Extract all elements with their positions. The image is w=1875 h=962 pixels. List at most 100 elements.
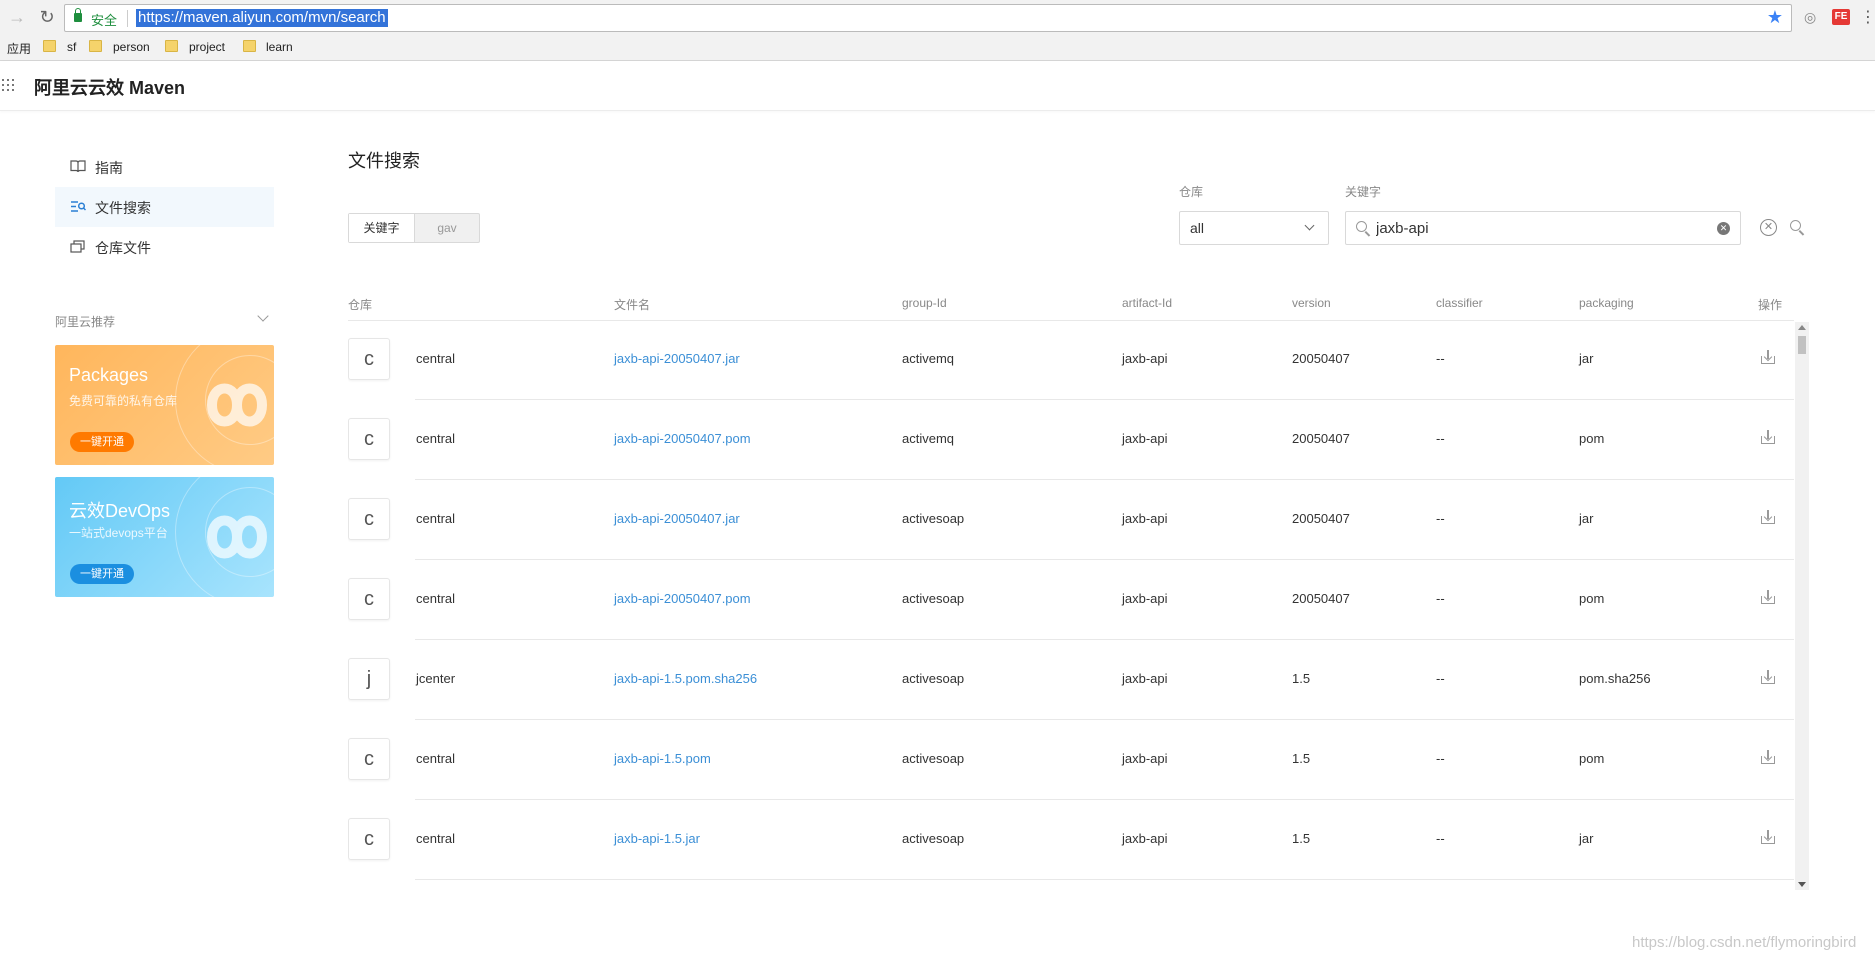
column-header-classifier: classifier [1436,296,1483,310]
file-link[interactable]: jaxb-api-1.5.pom [614,751,711,766]
app-header: 阿里云云效 Maven [0,61,1875,111]
keyword-input[interactable] [1376,218,1706,238]
sidebar-item-guide[interactable]: 指南 [55,147,274,187]
scroll-up-arrow-icon[interactable] [1798,325,1806,330]
packaging-cell: pom.sha256 [1579,671,1651,686]
file-link[interactable]: jaxb-api-20050407.jar [614,351,740,366]
address-bar[interactable]: 安全 https://maven.aliyun.com/mvn/search ★ [64,4,1792,32]
version-cell: 20050407 [1292,431,1350,446]
tab-gav[interactable]: gav [415,214,479,242]
scroll-thumb[interactable] [1798,336,1806,354]
promo-devops[interactable]: 云效DevOps 一站式devops平台 一键开通 [55,477,274,597]
tab-keyword[interactable]: 关键字 [349,214,415,242]
folder-icon [165,40,178,52]
infinity-logo-icon [206,383,268,427]
table-row: c central jaxb-api-20050407.jar activeso… [348,480,1794,560]
promo-subtitle: 一站式devops平台 [69,526,168,540]
extension-icon[interactable]: ◎ [1804,9,1816,26]
download-icon[interactable] [1761,590,1775,604]
file-link[interactable]: jaxb-api-20050407.jar [614,511,740,526]
clear-input-icon[interactable]: ✕ [1717,222,1730,235]
url-text[interactable]: https://maven.aliyun.com/mvn/search [136,9,388,27]
bookmark-learn[interactable]: learn [266,40,293,54]
artifact-cell: jaxb-api [1122,431,1168,446]
classifier-cell: -- [1436,751,1445,766]
repo-cell: central [416,751,456,766]
lock-icon [74,8,82,22]
page-title: 文件搜索 [348,151,420,171]
artifact-cell: jaxb-api [1122,671,1168,686]
version-cell: 1.5 [1292,751,1311,766]
bookmark-sf[interactable]: sf [67,40,76,54]
repo-select[interactable]: all [1179,211,1329,245]
download-icon[interactable] [1761,430,1775,444]
bookmark-person[interactable]: person [113,40,150,54]
copy-icon [70,240,85,253]
browser-menu-icon[interactable]: ⋮ [1860,7,1875,27]
browser-toolbar: → ↻ 安全 https://maven.aliyun.com/mvn/sear… [0,0,1875,35]
activate-button[interactable]: 一键开通 [70,432,134,452]
column-header-packaging: packaging [1579,296,1634,310]
file-link[interactable]: jaxb-api-1.5.pom.sha256 [614,671,757,686]
classifier-cell: -- [1436,831,1445,846]
download-icon[interactable] [1761,510,1775,524]
table-scrollbar[interactable] [1795,322,1809,890]
packaging-cell: jar [1579,511,1594,526]
sidebar-item-file-search[interactable]: 文件搜索 [55,187,274,227]
search-list-icon [71,201,86,212]
download-icon[interactable] [1761,670,1775,684]
file-link[interactable]: jaxb-api-1.5.jar [614,831,700,846]
file-link[interactable]: jaxb-api-20050407.pom [614,591,751,606]
group-cell: activesoap [902,751,965,766]
group-cell: activesoap [902,831,965,846]
keyword-filter-label: 关键字 [1345,185,1382,199]
column-header-version: version [1292,296,1331,310]
back-arrow-icon[interactable]: → [6,6,28,28]
column-header-group-id: group-Id [902,296,947,310]
file-link[interactable]: jaxb-api-20050407.pom [614,431,751,446]
table-row: c central jaxb-api-20050407.jar activemq… [348,320,1794,400]
keyword-search-box[interactable]: ✕ [1345,211,1741,245]
bookmarks-bar: 应用 sf person project learn [0,35,1875,61]
version-cell: 1.5 [1292,831,1311,846]
packaging-cell: pom [1579,751,1605,766]
classifier-cell: -- [1436,511,1445,526]
sidebar-item-repo-files[interactable]: 仓库文件 [55,227,274,267]
scroll-down-arrow-icon[interactable] [1798,882,1806,887]
artifact-cell: jaxb-api [1122,351,1168,366]
repo-cell: central [416,831,456,846]
packaging-cell: pom [1579,431,1605,446]
column-header-artifact-id: artifact-Id [1122,296,1173,310]
fe-extension-icon[interactable]: FE [1832,9,1850,25]
group-cell: activesoap [902,671,965,686]
repo-filter-label: 仓库 [1179,185,1204,199]
artifact-cell: jaxb-api [1122,591,1168,606]
repo-cell: central [416,591,456,606]
activate-button[interactable]: 一键开通 [70,564,134,584]
bookmark-project[interactable]: project [189,40,225,54]
sidebar-item-label: 文件搜索 [95,200,151,216]
download-icon[interactable] [1761,350,1775,364]
promo-title: 云效DevOps [69,501,171,521]
classifier-cell: -- [1436,431,1445,446]
bookmark-apps[interactable]: 应用 [7,40,31,57]
bookmark-star-icon[interactable]: ★ [1767,7,1783,28]
promo-packages[interactable]: Packages 免费可靠的私有仓库 一键开通 [55,345,274,465]
repo-avatar: c [348,738,390,780]
repo-avatar: c [348,818,390,860]
version-cell: 1.5 [1292,671,1311,686]
folder-icon [243,40,256,52]
download-icon[interactable] [1761,750,1775,764]
table-row: c central jaxb-api-20050407.pom activeso… [348,560,1794,640]
search-icon[interactable] [1790,220,1801,231]
reload-icon[interactable]: ↻ [36,6,58,28]
sidebar-item-label: 指南 [95,160,123,176]
reset-icon[interactable]: ✕ [1760,219,1777,236]
version-cell: 20050407 [1292,591,1350,606]
classifier-cell: -- [1436,671,1445,686]
group-cell: activemq [902,431,955,446]
download-icon[interactable] [1761,830,1775,844]
apps-grid-icon[interactable] [2,79,16,93]
search-icon [1356,221,1367,232]
chevron-down-icon[interactable] [257,310,269,322]
